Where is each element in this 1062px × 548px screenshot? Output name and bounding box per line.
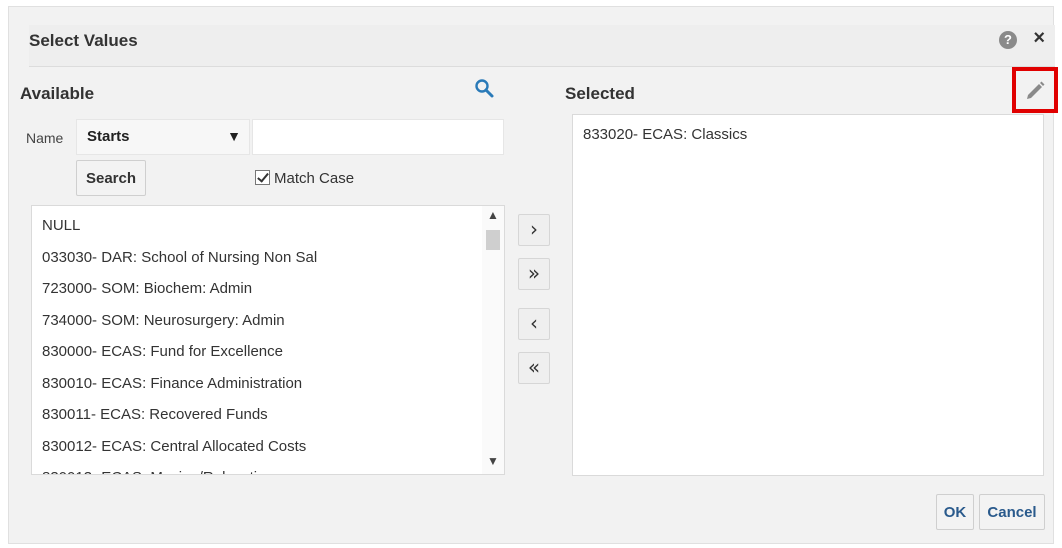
close-icon[interactable]: × — [1033, 27, 1045, 50]
list-item[interactable]: 830000- ECAS: Fund for Excellence — [32, 336, 480, 368]
help-icon[interactable]: ? — [999, 31, 1017, 49]
pencil-icon[interactable] — [1024, 79, 1046, 101]
chevron-down-icon: ▼ — [227, 128, 241, 144]
list-item[interactable]: 734000- SOM: Neurosurgery: Admin — [32, 305, 480, 337]
match-case-label: Match Case — [274, 170, 355, 187]
available-title: Available — [20, 84, 95, 103]
list-item[interactable]: 830012- ECAS: Central Allocated Costs — [32, 431, 480, 463]
search-icon[interactable] — [474, 78, 496, 100]
list-item[interactable]: 830010- ECAS: Finance Administration — [32, 368, 480, 400]
search-button[interactable]: Search — [76, 160, 146, 196]
remove-selected-button[interactable]: ‹ — [518, 308, 550, 340]
move-selected-button[interactable]: › — [518, 214, 550, 246]
match-case-checkbox[interactable]: Match Case — [255, 170, 354, 187]
available-scrollbar[interactable]: ▲ ▼ — [482, 206, 504, 474]
dialog-titlebar: Select Values ? × — [29, 25, 1055, 67]
remove-all-button[interactable]: « — [518, 352, 550, 384]
list-item[interactable]: 033030- DAR: School of Nursing Non Sal — [32, 242, 480, 274]
available-list[interactable]: NULL 033030- DAR: School of Nursing Non … — [31, 205, 505, 475]
list-item[interactable]: NULL — [32, 210, 480, 242]
chevron-up-icon[interactable]: ▲ — [482, 208, 504, 224]
scroll-thumb[interactable] — [486, 230, 500, 250]
name-label: Name — [26, 130, 64, 146]
list-item[interactable]: 833020- ECAS: Classics — [573, 119, 1043, 151]
selected-list[interactable]: 833020- ECAS: Classics — [572, 114, 1044, 476]
move-all-button[interactable]: » — [518, 258, 550, 290]
operator-select[interactable]: Starts ▼ — [76, 119, 250, 155]
checkbox-checked-icon[interactable] — [255, 170, 270, 185]
operator-value: Starts — [87, 128, 130, 145]
name-search-input[interactable] — [252, 119, 504, 155]
list-item[interactable]: 830013- ECAS: Moving/Relocation — [32, 462, 480, 474]
edit-highlight-box — [1012, 67, 1058, 113]
chevron-down-icon[interactable]: ▼ — [482, 454, 504, 470]
cancel-button[interactable]: Cancel — [979, 494, 1045, 530]
list-item[interactable]: 723000- SOM: Biochem: Admin — [32, 273, 480, 305]
dialog-title: Select Values — [29, 31, 138, 50]
selected-title: Selected — [565, 84, 635, 103]
ok-button[interactable]: OK — [936, 494, 974, 530]
list-item[interactable]: 830011- ECAS: Recovered Funds — [32, 399, 480, 431]
